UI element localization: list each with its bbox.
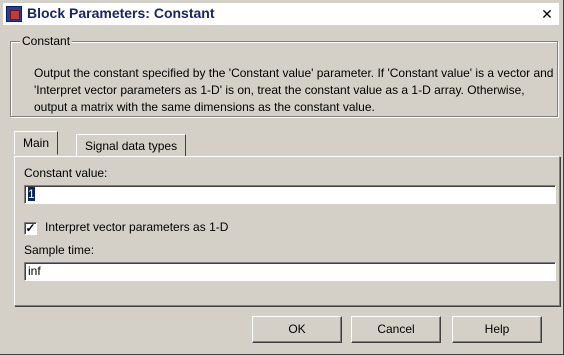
sample-time-input[interactable]: inf [24, 262, 556, 281]
constant-value-label: Constant value: [24, 166, 108, 180]
tab-signal-data-types-label: Signal data types [85, 139, 178, 153]
interpret-vector-checkbox[interactable]: ✓ [24, 222, 37, 235]
sample-time-label: Sample time: [24, 243, 95, 257]
tab-signal-data-types[interactable]: Signal data types [76, 134, 187, 156]
sample-time-text: inf [28, 264, 41, 278]
dialog-window: Block Parameters: Constant ✕ Constant Ou… [0, 0, 564, 355]
ok-button[interactable]: OK [252, 316, 342, 343]
group-label: Constant [20, 34, 73, 48]
constant-value-text: 1 [28, 187, 35, 201]
constant-value-input[interactable]: 1 [24, 185, 556, 204]
close-icon[interactable]: ✕ [539, 6, 555, 22]
interpret-vector-label: Interpret vector parameters as 1-D [45, 220, 229, 234]
tab-main[interactable]: Main [14, 131, 59, 155]
tab-main-label: Main [23, 136, 50, 150]
title-bar[interactable]: Block Parameters: Constant ✕ [3, 3, 559, 25]
window-title: Block Parameters: Constant [27, 5, 215, 21]
help-button[interactable]: Help [452, 316, 542, 343]
block-description: Output the constant specified by the 'Co… [34, 66, 554, 114]
cancel-button[interactable]: Cancel [351, 316, 441, 343]
simulink-block-icon [6, 6, 22, 22]
